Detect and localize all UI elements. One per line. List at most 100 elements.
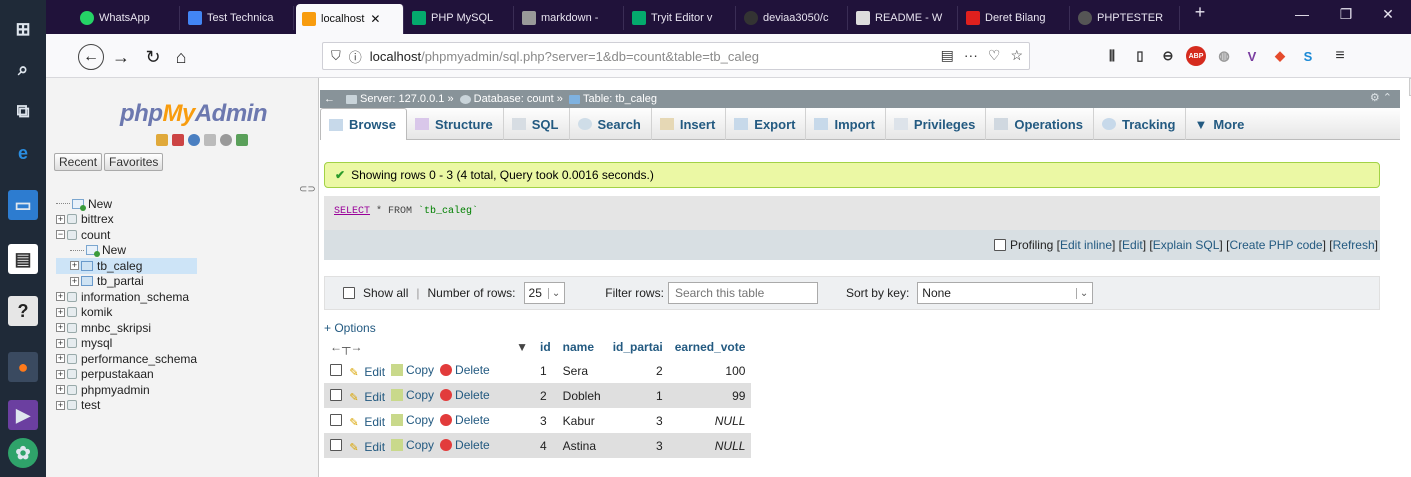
tab-more[interactable]: ▼ More [1186, 108, 1254, 140]
cell-name[interactable]: Dobleh [556, 383, 607, 408]
tab-privileges[interactable]: Privileges [886, 108, 987, 140]
tree-item[interactable]: − count [56, 227, 197, 243]
tree-item[interactable]: + tb_caleg [56, 258, 198, 274]
copy-row-link[interactable]: Copy [391, 388, 434, 402]
adblock-icon[interactable]: ABP [1186, 46, 1206, 66]
sort-by-key-select[interactable]: None ⌄ [917, 282, 1094, 304]
tab-operations[interactable]: Operations [986, 108, 1094, 140]
tab-markdown[interactable]: markdown - [516, 6, 624, 30]
back-icon[interactable]: ← [78, 44, 104, 70]
tab-readme[interactable]: README - W [850, 6, 958, 30]
media-app-icon[interactable]: ▶ [8, 400, 38, 430]
column-header-earned-vote[interactable]: earned_vote [668, 336, 752, 358]
reader-view-icon[interactable]: ▤ [941, 47, 954, 64]
v-extension-icon[interactable]: V [1242, 46, 1262, 66]
expand-icon[interactable]: + [70, 276, 79, 286]
extension-icon[interactable]: ◍ [1214, 46, 1234, 66]
cell-earned-vote[interactable]: 99 [668, 383, 752, 408]
s-extension-icon[interactable]: S [1298, 46, 1318, 66]
tab-structure[interactable]: Structure [407, 108, 504, 140]
collapse-arrow-icon[interactable]: ← [324, 93, 335, 105]
copy-row-link[interactable]: Copy [391, 438, 434, 452]
copy-row-link[interactable]: Copy [391, 363, 434, 377]
tab-tracking[interactable]: Tracking [1094, 108, 1187, 140]
cell-id-partai[interactable]: 1 [606, 383, 669, 408]
delete-row-link[interactable]: Delete [440, 413, 490, 427]
edit-row-link[interactable]: ✎ Edit [349, 440, 385, 454]
pocket-icon[interactable]: ♡ [988, 47, 1001, 64]
start-icon[interactable]: ⊞ [8, 14, 38, 44]
column-header-name[interactable]: name [556, 336, 607, 358]
bookmark-star-icon[interactable]: ☆ [1010, 47, 1023, 64]
copy-row-link[interactable]: Copy [391, 413, 434, 427]
edit-row-link[interactable]: ✎ Edit [349, 390, 385, 404]
edit-row-link[interactable]: ✎ Edit [349, 415, 385, 429]
firefox-icon[interactable]: ● [8, 352, 38, 382]
number-of-rows-select[interactable]: 25 ⌄ [523, 282, 566, 304]
restore-icon[interactable]: ❐ [1326, 6, 1366, 23]
tree-item[interactable]: + tb_partai [56, 274, 197, 290]
tab-phptester[interactable]: PHPTESTER [1072, 6, 1180, 30]
home-icon[interactable]: ⌂ [168, 44, 194, 70]
tab-test-technical[interactable]: Test Technica [182, 6, 294, 30]
tab-insert[interactable]: Insert [652, 108, 727, 140]
breadcrumb-database[interactable]: Database: count [474, 93, 554, 105]
expand-icon[interactable]: + [56, 354, 65, 364]
tab-deret-bilangan[interactable]: Deret Bilang [960, 6, 1070, 30]
edit-link[interactable]: Edit [1122, 238, 1143, 252]
sql-keyword[interactable]: SELECT [334, 206, 370, 217]
colorful-extension-icon[interactable]: ◆ [1270, 46, 1290, 66]
edit-inline-link[interactable]: Edit inline [1060, 238, 1112, 252]
tree-item[interactable]: + komik [56, 305, 197, 321]
column-resize-arrows[interactable]: ←┬→ ▼ [324, 336, 534, 358]
cell-id[interactable]: 2 [534, 383, 557, 408]
favorites-button[interactable]: Favorites [104, 153, 164, 171]
close-window-icon[interactable]: ✕ [1368, 6, 1408, 23]
tab-export[interactable]: Export [726, 108, 807, 140]
delete-row-link[interactable]: Delete [440, 438, 490, 452]
expand-icon[interactable]: + [56, 338, 65, 348]
cell-id[interactable]: 4 [534, 433, 557, 458]
breadcrumb-server[interactable]: Server: 127.0.0.1 [360, 93, 444, 105]
tab-whatsapp[interactable]: WhatsApp [74, 6, 180, 30]
options-link[interactable]: + Options [324, 321, 376, 335]
tracking-shield-icon[interactable]: ⛉ [331, 48, 341, 64]
cell-name[interactable]: Kabur [556, 408, 607, 433]
cell-name[interactable]: Sera [556, 358, 607, 383]
account-icon[interactable]: ⊖ [1158, 46, 1178, 66]
task-view-icon[interactable]: ⧉ [8, 96, 38, 126]
reload-nav-icon[interactable] [236, 134, 248, 146]
minimize-icon[interactable]: — [1282, 6, 1322, 22]
row-checkbox[interactable] [330, 413, 342, 426]
cell-name[interactable]: Astina [556, 433, 607, 458]
help-icon[interactable] [188, 134, 200, 146]
new-tab-icon[interactable]: + [1180, 2, 1220, 23]
tab-search[interactable]: Search [570, 108, 652, 140]
sort-menu-icon[interactable]: ▼ [516, 340, 528, 354]
breadcrumb-table[interactable]: Table: tb_caleg [583, 93, 657, 105]
show-all-checkbox[interactable] [343, 287, 355, 299]
file-explorer-icon[interactable]: ▭ [8, 190, 38, 220]
column-header-id[interactable]: id [534, 336, 557, 358]
tab-tryit-editor[interactable]: Tryit Editor v [626, 6, 736, 30]
expand-icon[interactable]: + [56, 385, 65, 395]
settings-gear-icon[interactable]: ⚙ ⌃ [1370, 91, 1392, 104]
edge-icon[interactable]: e [8, 138, 38, 168]
tab-browse[interactable]: Browse [320, 108, 407, 140]
forward-icon[interactable]: → [108, 44, 134, 70]
edit-row-link[interactable]: ✎ Edit [349, 365, 385, 379]
phpmyadmin-logo[interactable]: phpMyAdmin [120, 100, 268, 128]
explain-sql-link[interactable]: Explain SQL [1153, 238, 1220, 252]
cell-id-partai[interactable]: 3 [606, 408, 669, 433]
tree-item[interactable]: + perpustakaan [56, 367, 197, 383]
recent-button[interactable]: Recent [54, 153, 103, 171]
tab-php-mysql[interactable]: PHP MySQL [406, 6, 514, 30]
library-icon[interactable]: ⫼ [1102, 46, 1122, 66]
cell-id[interactable]: 1 [534, 358, 557, 383]
url-bar[interactable]: ⛉ ⓘ localhost/phpmyadmin/sql.php?server=… [322, 42, 1030, 70]
cell-id-partai[interactable]: 3 [606, 433, 669, 458]
tree-item[interactable]: + mysql [56, 336, 197, 352]
tree-item[interactable]: + bittrex [56, 212, 197, 228]
expand-icon[interactable]: + [70, 261, 79, 271]
expand-icon[interactable]: + [56, 214, 65, 224]
